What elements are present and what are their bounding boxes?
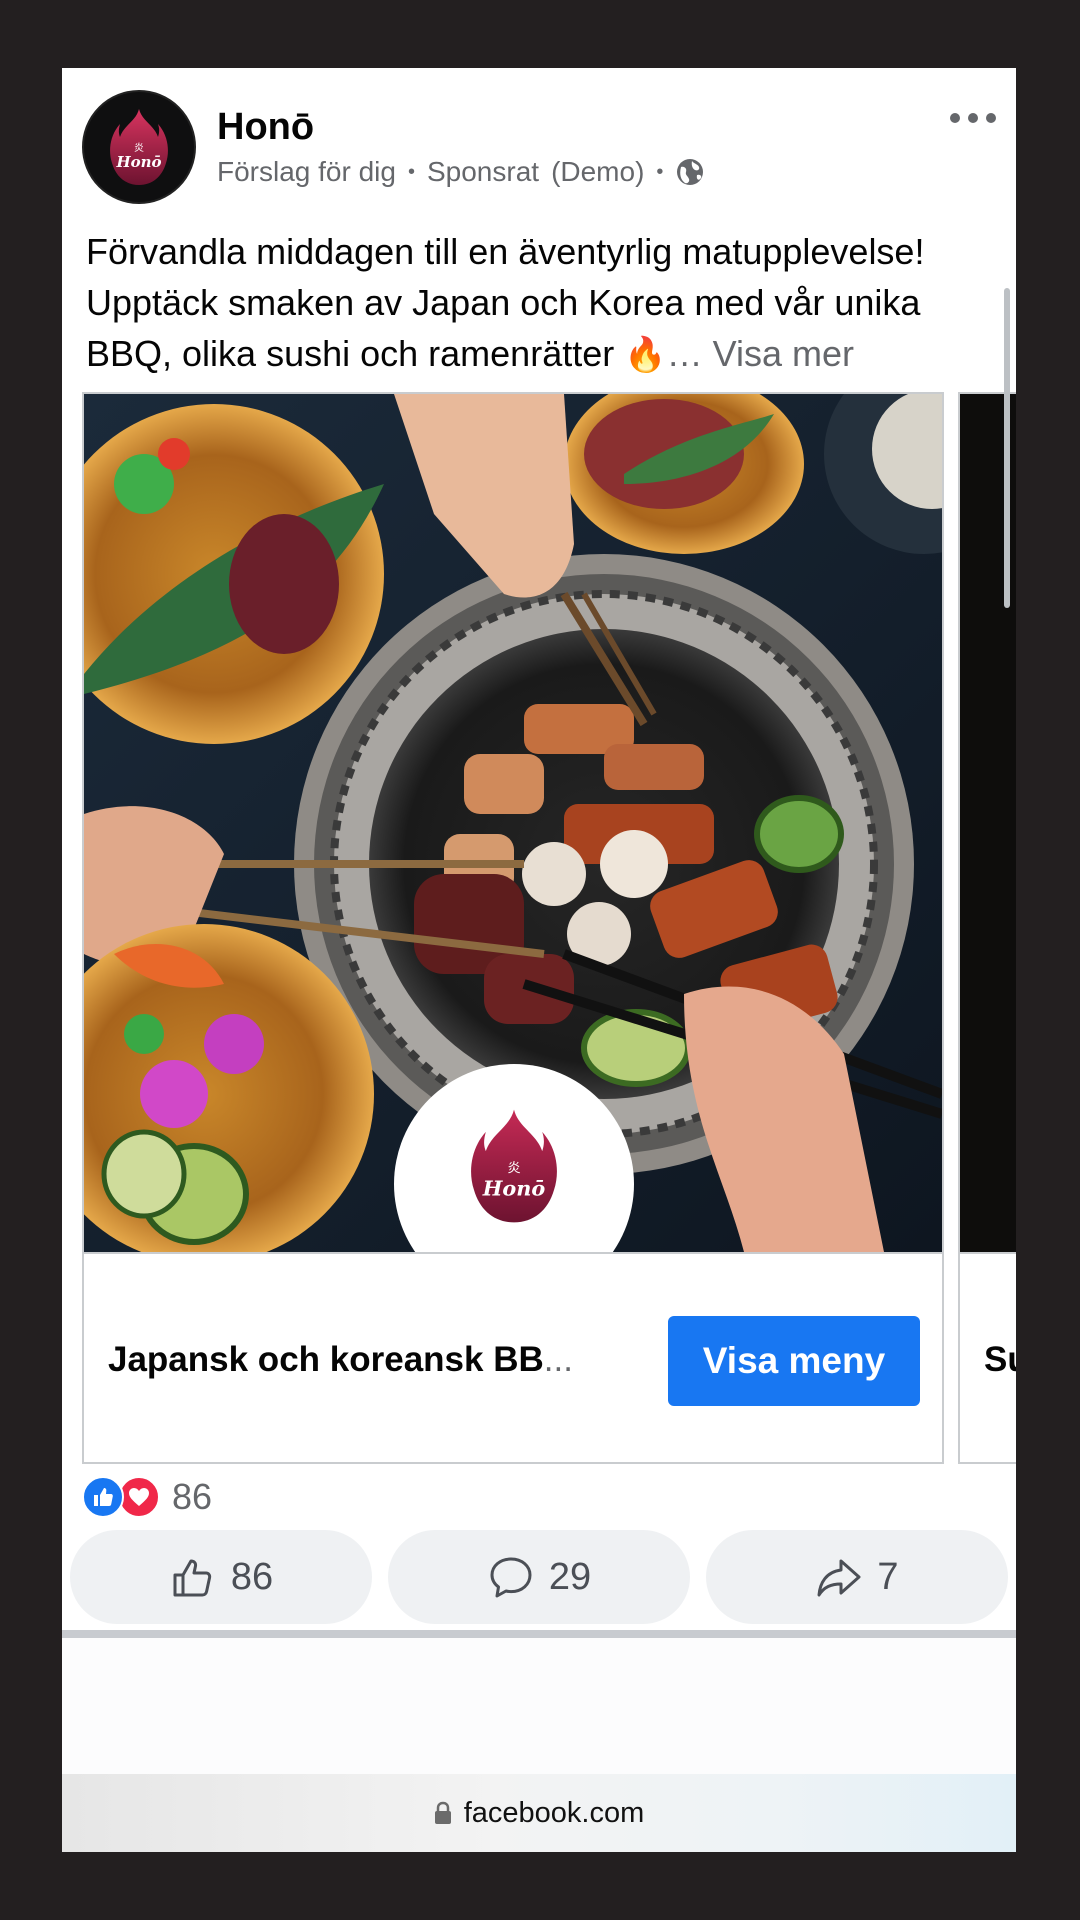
food-photo[interactable]: 炎 Honō (84, 394, 942, 1252)
reactions-count: 86 (172, 1476, 213, 1517)
reactions-summary[interactable]: 86 (82, 1476, 212, 1518)
browser-url-bar[interactable]: facebook.com (62, 1774, 1016, 1852)
svg-text:Honō: Honō (482, 1176, 546, 1201)
card-footer: Su (960, 1252, 1016, 1462)
page-avatar[interactable]: 炎 Honō (82, 90, 196, 204)
like-count: 86 (230, 1555, 274, 1598)
comment-count: 29 (548, 1555, 592, 1598)
share-count: 7 (877, 1555, 899, 1598)
scrollbar[interactable] (1004, 288, 1010, 608)
lock-icon (434, 1801, 451, 1824)
post-container: 炎 Honō Honō Förslag för dig • Sponsrat (… (62, 68, 1016, 1852)
suggested-label: Förslag för dig (217, 156, 396, 187)
more-icon[interactable] (950, 108, 996, 128)
page-name[interactable]: Honō (217, 106, 314, 149)
url-text: facebook.com (463, 1796, 645, 1829)
comment-button[interactable]: 29 (388, 1530, 690, 1624)
meta-separator: • (656, 160, 664, 183)
globe-icon (677, 159, 704, 185)
card-title[interactable]: Japansk och koreansk BB... (108, 1340, 573, 1380)
love-reaction-icon (118, 1476, 160, 1518)
post-meta: Förslag för dig • Sponsrat (Demo) • (217, 156, 705, 188)
like-reaction-icon (82, 1476, 124, 1518)
visa-meny-button[interactable]: Visa meny (668, 1316, 920, 1406)
thumbs-up-icon (173, 1559, 212, 1597)
card-footer: Japansk och koreansk BB... Visa meny (84, 1252, 942, 1462)
svg-text:Honō: Honō (115, 153, 161, 171)
post-caption: Förvandla middagen till en äventyrlig ma… (86, 226, 996, 381)
next-post-placeholder (62, 1638, 1016, 1778)
action-bar: 86 29 7 (70, 1530, 1008, 1624)
meta-separator: • (407, 160, 415, 183)
svg-text:炎: 炎 (507, 1161, 520, 1176)
flame-logo-icon: 炎 Honō (471, 1109, 557, 1223)
like-button[interactable]: 86 (70, 1530, 372, 1624)
flame-logo-icon: 炎 Honō (110, 109, 168, 185)
comment-icon (490, 1557, 532, 1598)
carousel-card[interactable]: 炎 Honō Japansk och koreansk BB... Visa m… (82, 392, 944, 1464)
title-ellipsis: ... (543, 1340, 573, 1379)
fire-emoji: 🔥 (624, 336, 667, 374)
sponsored-label[interactable]: Sponsrat (427, 156, 539, 188)
see-more-link[interactable]: … Visa mer (667, 333, 854, 374)
share-icon (817, 1559, 861, 1597)
share-button[interactable]: 7 (706, 1530, 1008, 1624)
card-title[interactable]: Su (984, 1340, 1016, 1380)
divider (62, 1630, 1016, 1638)
demo-label: (Demo) (551, 156, 645, 187)
